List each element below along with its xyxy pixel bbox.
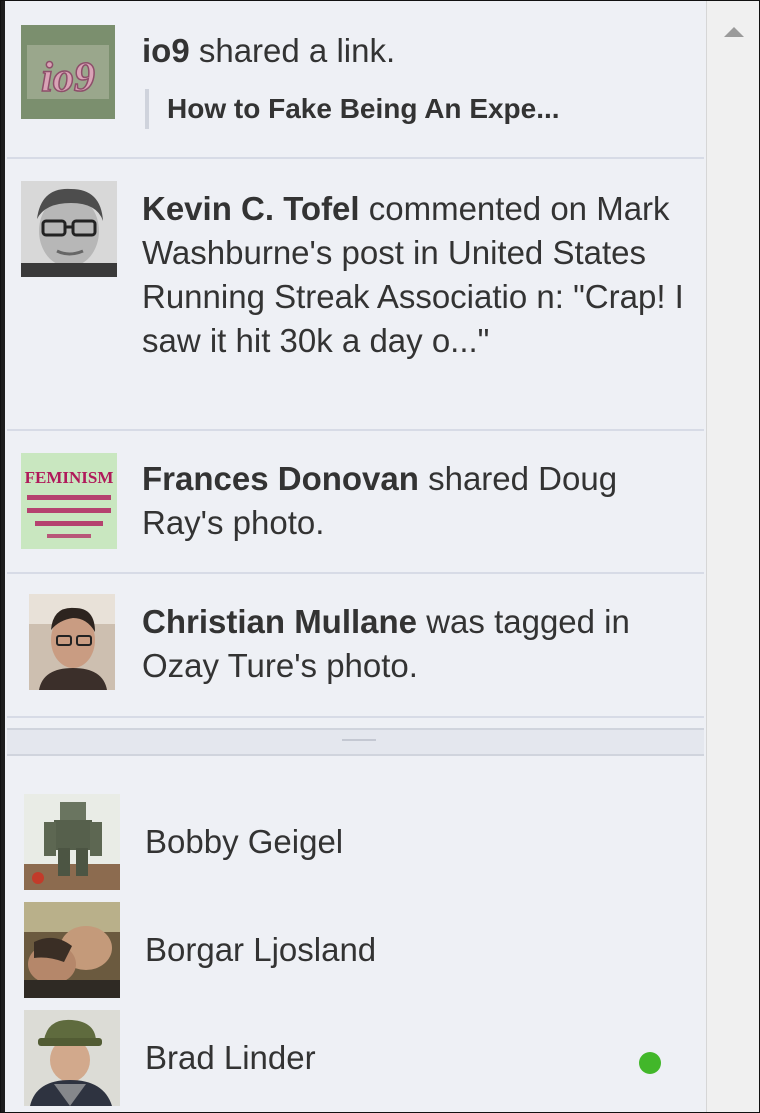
ticker-story-frances[interactable]: FEMINISM Frances Donovan shared Doug Ray… bbox=[7, 431, 704, 574]
chat-friend-item[interactable]: Borgar Ljosland bbox=[7, 898, 704, 1006]
ticker-story-christian[interactable]: Christian Mullane was tagged in Ozay Tur… bbox=[7, 574, 704, 718]
friend-name: Brad Linder bbox=[145, 1039, 316, 1076]
friend-name: Bobby Geigel bbox=[145, 823, 344, 860]
story-action: shared a link. bbox=[189, 32, 396, 69]
friend-name: Borgar Ljosland bbox=[145, 931, 377, 968]
link-attachment[interactable]: How to Fake Being An Expe... bbox=[145, 89, 560, 129]
borgar-avatar-icon bbox=[24, 902, 120, 998]
kevin-avatar-icon[interactable] bbox=[21, 181, 117, 277]
ticker-story-kevin[interactable]: Kevin C. Tofel commented on Mark Washbur… bbox=[7, 159, 704, 431]
io9-logo-text: io9 bbox=[41, 55, 95, 101]
mech-figure-avatar-icon bbox=[24, 794, 120, 890]
actor-name[interactable]: Kevin C. Tofel bbox=[142, 190, 360, 227]
scrollbar[interactable] bbox=[706, 1, 759, 1112]
story-text: io9 shared a link. bbox=[142, 29, 687, 73]
sidebar-panel: io9 io9 shared a link. How to Fake Being… bbox=[7, 1, 704, 1112]
grip-icon bbox=[342, 739, 376, 741]
scroll-up-button[interactable] bbox=[707, 9, 759, 49]
actor-name[interactable]: Christian Mullane bbox=[142, 603, 417, 640]
story-text: Kevin C. Tofel commented on Mark Washbur… bbox=[142, 187, 687, 363]
actor-name[interactable]: io9 bbox=[142, 32, 190, 69]
actor-name[interactable]: Frances Donovan bbox=[142, 460, 419, 497]
feminism-poster-icon[interactable]: FEMINISM bbox=[21, 453, 117, 549]
chevron-up-icon bbox=[723, 27, 744, 37]
ticker-story-io9[interactable]: io9 io9 shared a link. How to Fake Being… bbox=[7, 1, 704, 159]
feminism-poster-text: FEMINISM bbox=[25, 468, 114, 487]
chat-friend-item[interactable]: Brad Linder bbox=[7, 1006, 704, 1112]
window-edge bbox=[1, 1, 5, 1112]
chat-friend-list: Bobby Geigel Borgar Ljosland Brad Linder bbox=[7, 756, 704, 1112]
ticker-chat-window: io9 io9 shared a link. How to Fake Being… bbox=[0, 0, 760, 1113]
christian-avatar-icon[interactable] bbox=[29, 594, 115, 690]
ticker: io9 io9 shared a link. How to Fake Being… bbox=[7, 1, 704, 728]
story-text: Christian Mullane was tagged in Ozay Tur… bbox=[142, 600, 687, 688]
io9-logo-icon[interactable]: io9 bbox=[21, 25, 115, 119]
online-status-icon bbox=[639, 1052, 661, 1074]
story-text: Frances Donovan shared Doug Ray's photo. bbox=[142, 457, 687, 545]
chat-friend-item[interactable]: Bobby Geigel bbox=[7, 790, 704, 898]
brad-avatar-icon bbox=[24, 1010, 120, 1106]
ticker-resize-handle[interactable] bbox=[7, 728, 704, 756]
